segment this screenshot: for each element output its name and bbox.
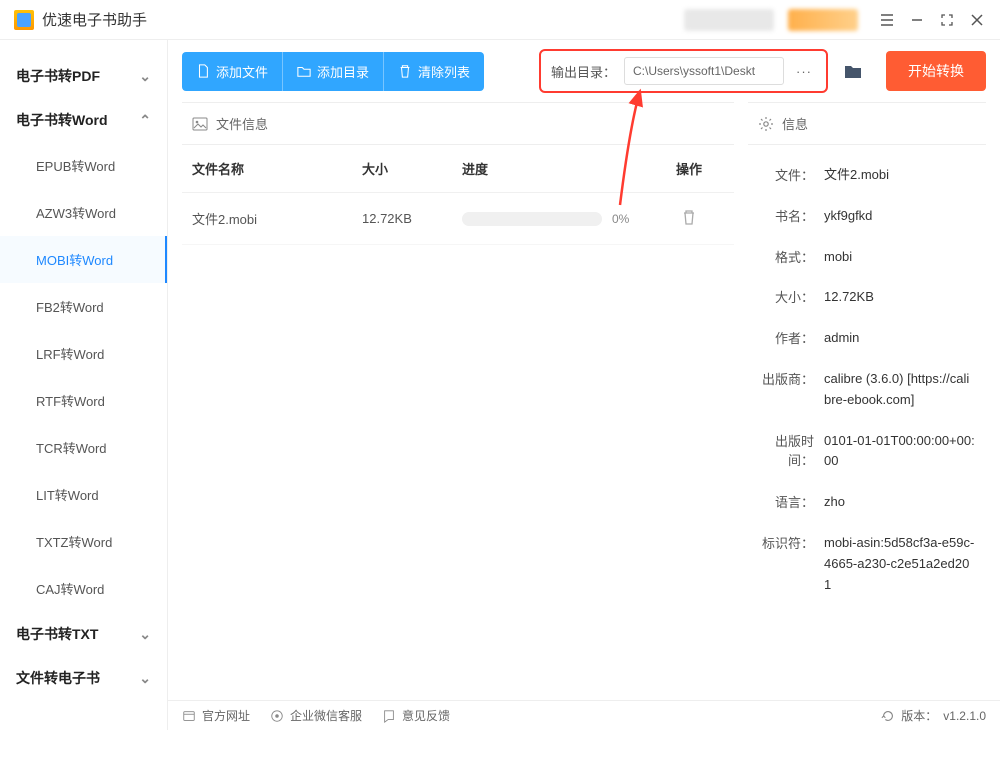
headset-icon xyxy=(270,709,284,723)
wechat-support-link[interactable]: 企业微信客服 xyxy=(270,707,362,724)
sidebar-item-mobi[interactable]: MOBI转Word xyxy=(0,236,167,283)
feedback-link[interactable]: 意见反馈 xyxy=(382,707,450,724)
sidebar-item-azw3[interactable]: AZW3转Word xyxy=(0,189,167,236)
sidebar-group-label: 文件转电子书 xyxy=(16,668,100,688)
sidebar-item-rtf[interactable]: RTF转Word xyxy=(0,377,167,424)
sidebar-item-lrf[interactable]: LRF转Word xyxy=(0,330,167,377)
toolbar: 添加文件 添加目录 清除列表 输出目录： ··· 开始转换 xyxy=(168,40,1000,102)
sidebar-group-word[interactable]: 电子书转Word ⌃ xyxy=(0,98,167,142)
sidebar-group-label: 电子书转PDF xyxy=(16,66,100,86)
globe-icon xyxy=(182,709,196,723)
start-convert-button[interactable]: 开始转换 xyxy=(886,51,986,91)
info-list: 文件：文件2.mobi 书名：ykf9gfkd 格式：mobi 大小：12.72… xyxy=(748,145,986,615)
version-info: 版本： v1.2.1.0 xyxy=(881,707,986,724)
trash-icon xyxy=(398,64,412,78)
info-row: 语言：zho xyxy=(754,482,980,523)
table-header: 文件名称 大小 进度 操作 xyxy=(182,145,734,193)
row-name: 文件2.mobi xyxy=(192,209,362,228)
chevron-down-icon: ⌄ xyxy=(139,68,151,85)
menu-icon[interactable] xyxy=(872,5,902,35)
toolbar-button-group: 添加文件 添加目录 清除列表 xyxy=(182,52,484,91)
sidebar-item-epub[interactable]: EPUB转Word xyxy=(0,142,167,189)
main: 添加文件 添加目录 清除列表 输出目录： ··· 开始转换 xyxy=(168,40,1000,730)
browse-dots-button[interactable]: ··· xyxy=(792,64,816,79)
info-row: 出版商：calibre (3.6.0) [https://calibre-ebo… xyxy=(754,359,980,421)
sidebar-group-pdf[interactable]: 电子书转PDF ⌄ xyxy=(0,54,167,98)
statusbar: 官方网址 企业微信客服 意见反馈 版本： v1.2.1.0 xyxy=(168,700,1000,730)
sidebar-group-label: 电子书转TXT xyxy=(16,624,98,644)
sidebar-item-txtz[interactable]: TXTZ转Word xyxy=(0,518,167,565)
file-icon xyxy=(196,64,210,78)
info-panel-title: 信息 xyxy=(782,114,808,133)
sidebar-group-toebook[interactable]: 文件转电子书 ⌄ xyxy=(0,656,167,700)
sidebar-group-label: 电子书转Word xyxy=(16,110,108,130)
table-row[interactable]: 文件2.mobi 12.72KB 0% xyxy=(182,193,734,245)
user-blur-2 xyxy=(788,9,858,31)
folder-icon xyxy=(843,61,863,81)
clear-button[interactable]: 清除列表 xyxy=(383,52,484,91)
chevron-up-icon: ⌃ xyxy=(139,112,151,129)
info-row: 作者：admin xyxy=(754,318,980,359)
feedback-icon xyxy=(382,709,396,723)
info-row: 格式：mobi xyxy=(754,237,980,278)
sidebar-item-lit[interactable]: LIT转Word xyxy=(0,471,167,518)
clear-label: 清除列表 xyxy=(418,62,470,81)
fullscreen-icon[interactable] xyxy=(932,5,962,35)
output-path-input[interactable] xyxy=(624,57,784,85)
close-icon[interactable] xyxy=(962,5,992,35)
add-dir-label: 添加目录 xyxy=(317,62,369,81)
sidebar-item-tcr[interactable]: TCR转Word xyxy=(0,424,167,471)
info-row: 文件：文件2.mobi xyxy=(754,155,980,196)
progress-bar xyxy=(462,212,602,226)
col-progress: 进度 xyxy=(462,159,654,178)
row-size: 12.72KB xyxy=(362,211,462,226)
col-name: 文件名称 xyxy=(192,159,362,178)
file-panel-title: 文件信息 xyxy=(216,114,268,133)
sidebar: 电子书转PDF ⌄ 电子书转Word ⌃ EPUB转Word AZW3转Word… xyxy=(0,40,168,730)
open-folder-button[interactable] xyxy=(836,54,870,88)
progress-text: 0% xyxy=(612,212,629,226)
folder-icon xyxy=(297,64,311,78)
sidebar-group-txt[interactable]: 电子书转TXT ⌄ xyxy=(0,612,167,656)
row-progress: 0% xyxy=(462,212,654,226)
output-path-box: 输出目录： ··· xyxy=(539,49,828,93)
file-panel: 文件信息 文件名称 大小 进度 操作 文件2.mobi 12.72KB 0% xyxy=(182,102,734,700)
chevron-down-icon: ⌄ xyxy=(139,626,151,643)
sidebar-item-caj[interactable]: CAJ转Word xyxy=(0,565,167,612)
refresh-icon xyxy=(881,709,895,723)
gear-icon xyxy=(758,116,774,132)
add-file-button[interactable]: 添加文件 xyxy=(182,52,282,91)
info-row: 大小：12.72KB xyxy=(754,277,980,318)
output-label: 输出目录： xyxy=(551,62,616,81)
app-title: 优速电子书助手 xyxy=(42,9,147,30)
info-row: 出版时间：0101-01-01T00:00:00+00:00 xyxy=(754,421,980,483)
file-panel-header: 文件信息 xyxy=(182,103,734,145)
user-blur-1 xyxy=(684,9,774,31)
minimize-icon[interactable] xyxy=(902,5,932,35)
delete-row-button[interactable] xyxy=(654,209,724,228)
chevron-down-icon: ⌄ xyxy=(139,670,151,687)
official-site-link[interactable]: 官方网址 xyxy=(182,707,250,724)
sidebar-item-fb2[interactable]: FB2转Word xyxy=(0,283,167,330)
trash-icon xyxy=(681,209,697,225)
app-logo-icon xyxy=(14,10,34,30)
titlebar: 优速电子书助手 xyxy=(0,0,1000,40)
info-row: 书名：ykf9gfkd xyxy=(754,196,980,237)
info-row: 标识符：mobi-asin:5d58cf3a-e59c-4665-a230-c2… xyxy=(754,523,980,605)
info-panel-header: 信息 xyxy=(748,103,986,145)
col-size: 大小 xyxy=(362,159,462,178)
col-action: 操作 xyxy=(654,159,724,178)
add-file-label: 添加文件 xyxy=(216,62,268,81)
add-dir-button[interactable]: 添加目录 xyxy=(282,52,383,91)
info-panel: 信息 文件：文件2.mobi 书名：ykf9gfkd 格式：mobi 大小：12… xyxy=(748,102,986,700)
image-icon xyxy=(192,116,208,132)
